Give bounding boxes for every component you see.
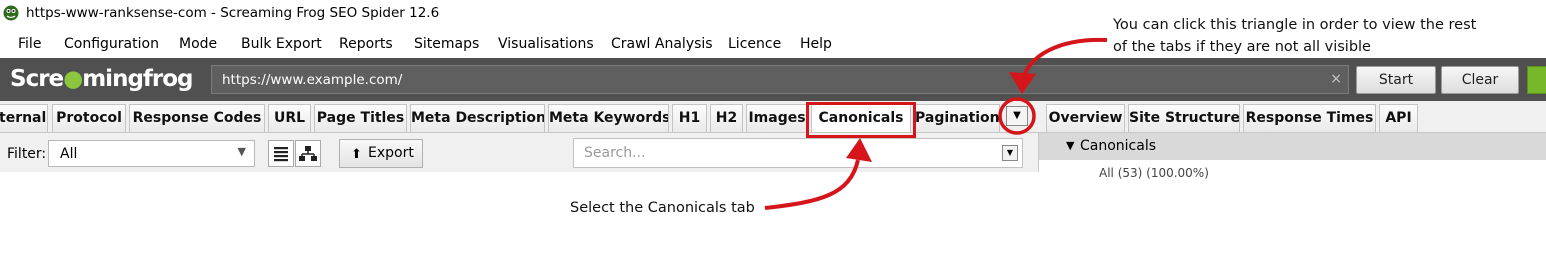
canonicals-note-arrowhead — [846, 138, 872, 162]
triangle-note-line1: You can click this triangle in order to … — [1113, 17, 1477, 33]
triangle-highlight-circle — [998, 97, 1036, 135]
canonicals-note-arrow — [764, 159, 860, 210]
canonicals-note: Select the Canonicals tab — [570, 200, 755, 216]
triangle-note-line2: of the tabs if they are not all visible — [1113, 39, 1371, 55]
triangle-note-arrowhead — [1009, 72, 1036, 94]
